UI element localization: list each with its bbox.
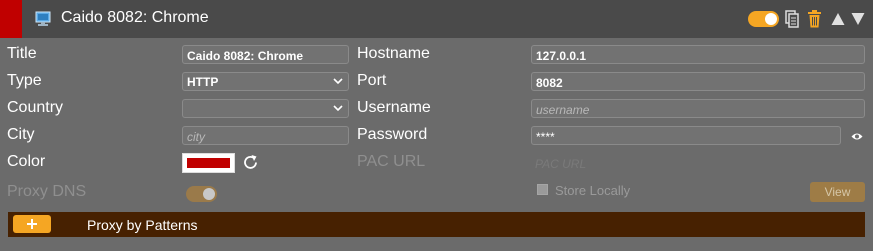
proxy-dns-label: Proxy DNS	[7, 183, 87, 200]
add-pattern-button[interactable]	[13, 215, 51, 233]
toggle-knob	[765, 13, 777, 25]
view-button[interactable]: View	[810, 182, 865, 202]
trash-icon[interactable]	[807, 10, 822, 28]
hostname-input[interactable]	[531, 45, 865, 64]
title-label: Title	[7, 45, 37, 62]
color-label: Color	[7, 153, 46, 170]
title-input[interactable]	[182, 45, 349, 64]
country-select[interactable]	[182, 99, 349, 118]
city-label: City	[7, 126, 35, 143]
toggle-knob	[203, 188, 215, 200]
color-swatch-fill	[187, 158, 230, 168]
store-locally-checkbox[interactable]	[537, 184, 548, 195]
type-select[interactable]: HTTP	[182, 72, 349, 91]
proxy-by-patterns-label: Proxy by Patterns	[87, 217, 198, 233]
computer-icon	[35, 11, 51, 26]
country-label: Country	[7, 99, 64, 116]
proxy-color-strip	[0, 0, 22, 38]
store-locally-label: Store Locally	[555, 183, 631, 198]
password-label: Password	[357, 126, 428, 143]
color-picker[interactable]	[182, 153, 235, 173]
chevron-down-icon	[333, 78, 343, 85]
username-input[interactable]	[531, 99, 865, 118]
port-input[interactable]	[531, 72, 865, 91]
hostname-label: Hostname	[357, 45, 430, 62]
city-input[interactable]	[182, 126, 349, 145]
pac-url-label: PAC URL	[357, 153, 426, 170]
move-down-icon[interactable]	[851, 10, 865, 28]
pac-url-input[interactable]: PAC URL	[535, 157, 586, 171]
move-up-icon[interactable]	[831, 10, 845, 28]
chevron-down-icon	[333, 105, 343, 112]
proxy-dns-toggle[interactable]	[186, 186, 217, 202]
eye-icon[interactable]	[851, 132, 863, 141]
type-select-value: HTTP	[187, 75, 219, 89]
username-label: Username	[357, 99, 431, 116]
password-input[interactable]	[531, 126, 841, 145]
proxy-title: Caido 8082: Chrome	[61, 9, 209, 26]
port-label: Port	[357, 72, 387, 89]
proxy-enabled-toggle[interactable]	[748, 11, 779, 27]
refresh-icon[interactable]	[241, 153, 260, 172]
type-label: Type	[7, 72, 42, 89]
copy-icon[interactable]	[785, 10, 799, 28]
proxy-by-patterns-bar[interactable]: Proxy by Patterns	[8, 212, 865, 237]
plus-icon	[27, 219, 37, 229]
proxy-header: Caido 8082: Chrome	[0, 0, 873, 38]
